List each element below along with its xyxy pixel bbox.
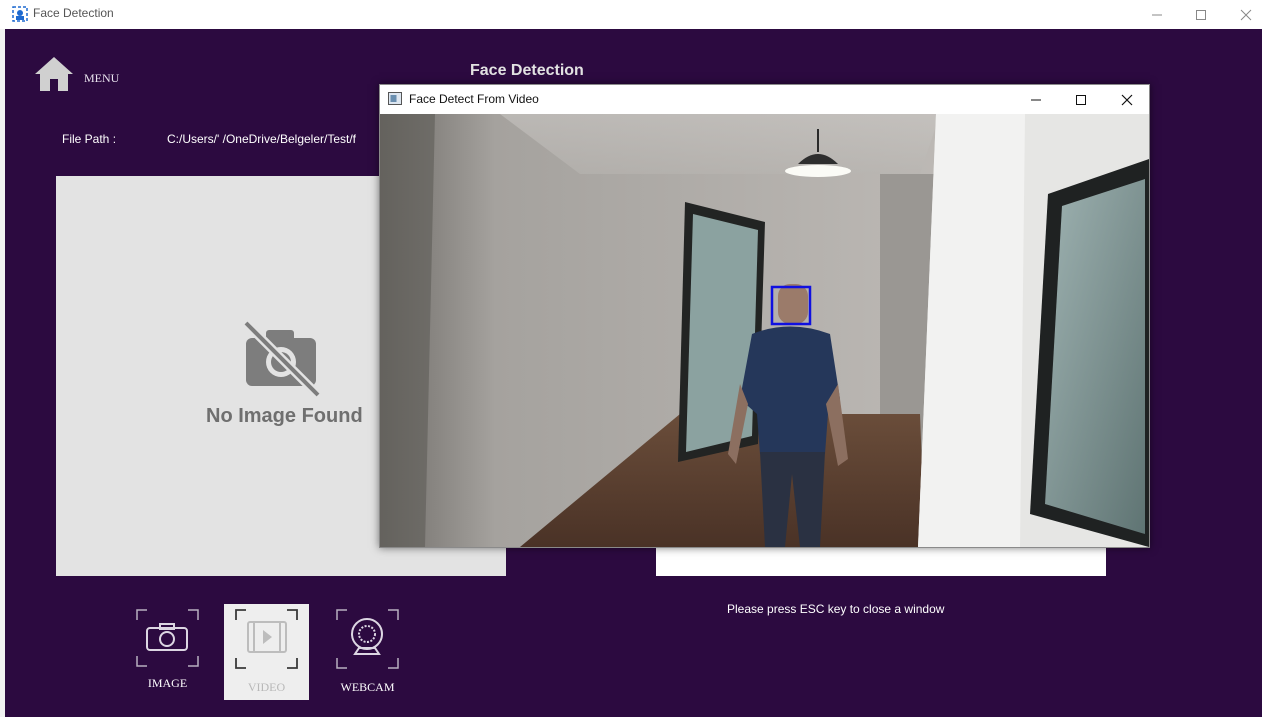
face-detection-app-icon [12, 6, 28, 22]
video-window-icon [388, 92, 402, 105]
video-window[interactable]: Face Detect From Video [379, 84, 1150, 548]
maximize-icon [1076, 94, 1086, 105]
video-window-title-bar[interactable]: Face Detect From Video [380, 85, 1149, 114]
window-title: Face Detection [33, 6, 114, 20]
webcam-mode-button[interactable]: WEBCAM [325, 604, 410, 700]
video-window-title: Face Detect From Video [409, 92, 539, 106]
image-mode-button[interactable]: IMAGE [125, 604, 210, 700]
camera-icon [136, 609, 199, 667]
maximize-button[interactable] [1178, 0, 1224, 29]
video-minimize-button[interactable] [1013, 85, 1059, 114]
minimize-button[interactable] [1134, 0, 1180, 29]
minimize-icon [1152, 14, 1162, 15]
no-image-text: No Image Found [206, 405, 363, 427]
home-icon[interactable] [34, 56, 74, 92]
video-close-button[interactable] [1104, 85, 1150, 114]
maximize-icon [1196, 9, 1206, 20]
image-mode-label: IMAGE [147, 676, 188, 690]
video-frame [380, 114, 1149, 547]
close-icon [1240, 9, 1252, 20]
webcam-icon [336, 609, 399, 669]
minimize-icon [1031, 99, 1041, 100]
title-bar: Face Detection [0, 0, 1262, 29]
file-path-value: C:/Users/' /OneDrive/Belgeler/Test/f [167, 132, 357, 146]
video-maximize-button[interactable] [1058, 85, 1104, 114]
video-mode-label: VIDEO [247, 680, 286, 694]
no-camera-icon [242, 320, 322, 398]
page-title: Face Detection [470, 62, 584, 79]
menu-label[interactable]: MENU [84, 71, 119, 86]
close-button[interactable] [1223, 0, 1262, 29]
webcam-mode-label: WEBCAM [340, 680, 395, 694]
video-film-icon [235, 609, 298, 669]
close-icon [1121, 94, 1133, 105]
file-path-label: File Path : [62, 132, 117, 146]
esc-hint-text: Please press ESC key to close a window [727, 602, 945, 616]
video-mode-button[interactable]: VIDEO [224, 604, 309, 700]
